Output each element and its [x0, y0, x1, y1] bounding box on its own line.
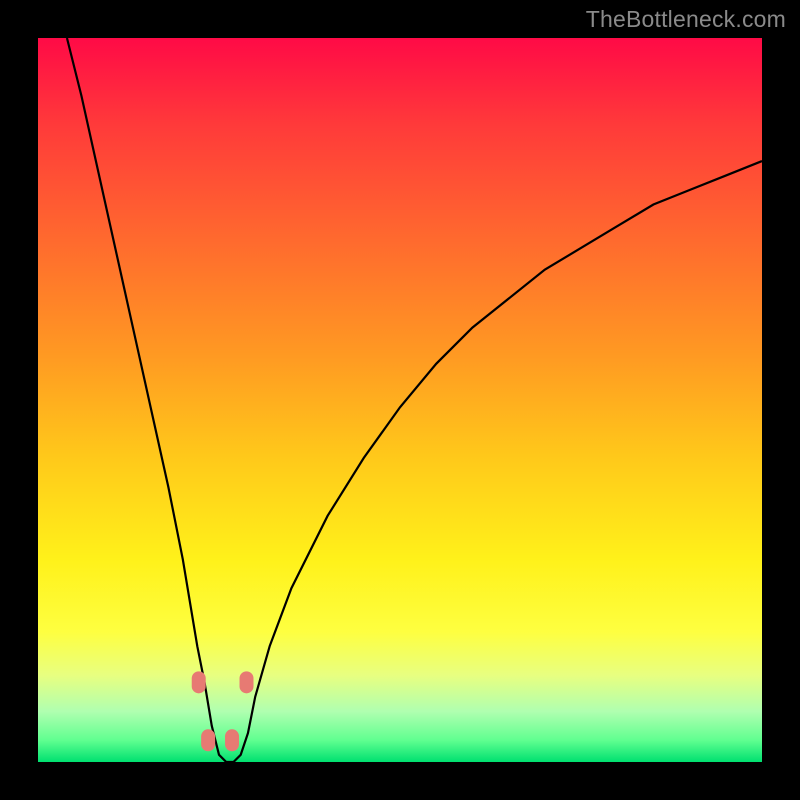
curve-group — [67, 38, 762, 762]
curve-marker-2 — [225, 729, 239, 751]
curve-marker-3 — [240, 671, 254, 693]
bottleneck-curve-svg — [38, 38, 762, 762]
watermark-text: TheBottleneck.com — [586, 6, 786, 33]
curve-marker-1 — [201, 729, 215, 751]
plot-area — [38, 38, 762, 762]
curve-marker-0 — [192, 671, 206, 693]
bottleneck-curve — [67, 38, 762, 762]
marker-group — [192, 671, 254, 751]
frame: TheBottleneck.com — [0, 0, 800, 800]
